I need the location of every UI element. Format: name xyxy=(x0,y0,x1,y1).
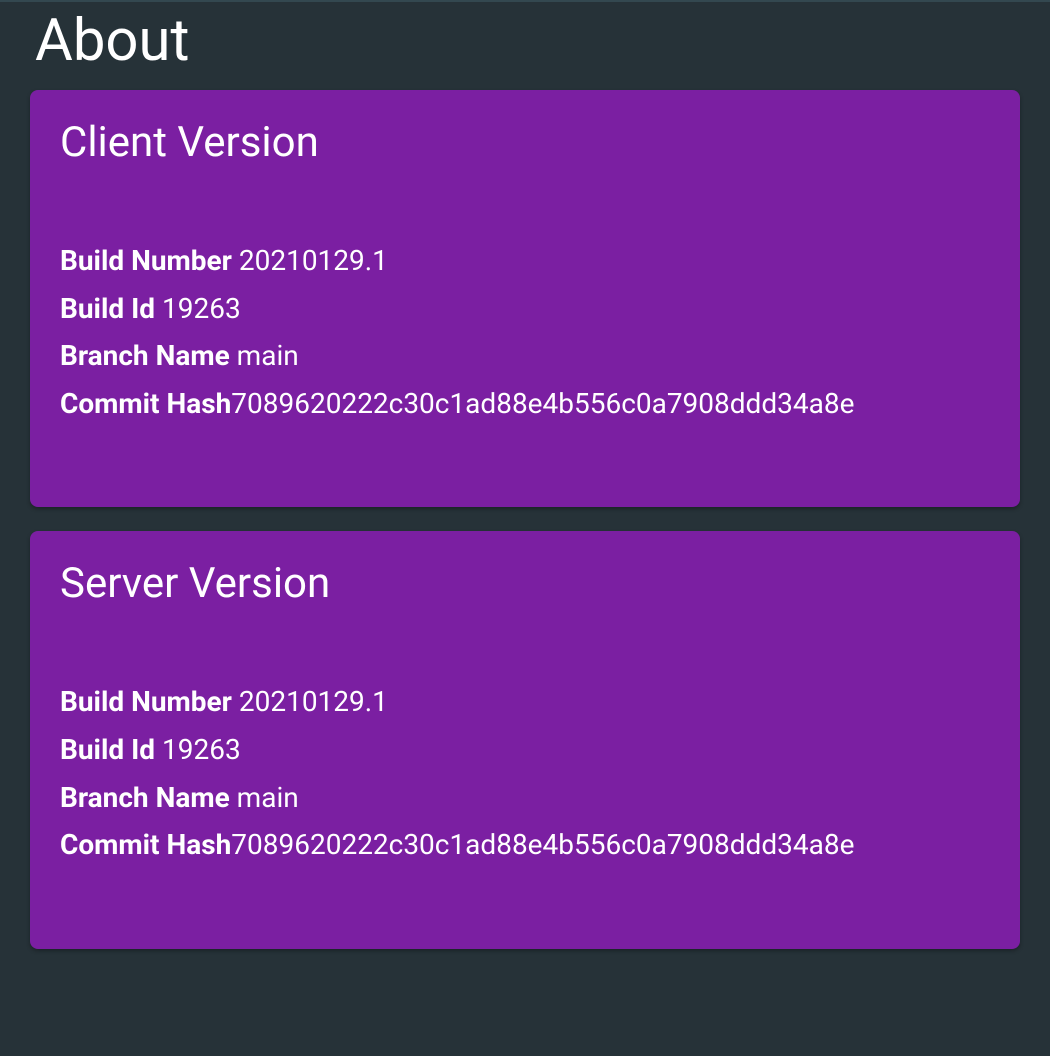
page-title: About xyxy=(0,2,1050,90)
client-version-card: Client Version Build Number 20210129.1 B… xyxy=(30,90,1020,507)
server-version-title: Server Version xyxy=(60,559,990,608)
server-commit-hash-value: 7089620222c30c1ad88e4b556c0a7908ddd34a8e xyxy=(231,828,854,861)
client-branch-name-label: Branch Name xyxy=(60,339,230,372)
client-commit-hash-row: Commit Hash7089620222c30c1ad88e4b556c0a7… xyxy=(60,380,990,428)
client-build-number-label: Build Number xyxy=(60,244,232,277)
client-build-id-value: 19263 xyxy=(162,292,241,325)
client-branch-name-value: main xyxy=(237,339,299,372)
server-build-id-row: Build Id 19263 xyxy=(60,726,990,774)
server-version-card: Server Version Build Number 20210129.1 B… xyxy=(30,531,1020,948)
server-commit-hash-row: Commit Hash7089620222c30c1ad88e4b556c0a7… xyxy=(60,821,990,869)
client-build-number-row: Build Number 20210129.1 xyxy=(60,237,990,285)
server-branch-name-value: main xyxy=(237,781,299,814)
client-build-id-row: Build Id 19263 xyxy=(60,285,990,333)
client-build-id-label: Build Id xyxy=(60,292,155,325)
server-build-id-value: 19263 xyxy=(162,733,241,766)
client-version-title: Client Version xyxy=(60,118,990,167)
server-branch-name-label: Branch Name xyxy=(60,781,230,814)
server-build-number-value: 20210129.1 xyxy=(239,685,388,718)
server-build-id-label: Build Id xyxy=(60,733,155,766)
client-commit-hash-label: Commit Hash xyxy=(60,387,231,420)
client-commit-hash-value: 7089620222c30c1ad88e4b556c0a7908ddd34a8e xyxy=(231,387,854,420)
client-branch-name-row: Branch Name main xyxy=(60,332,990,380)
server-build-number-row: Build Number 20210129.1 xyxy=(60,678,990,726)
server-commit-hash-label: Commit Hash xyxy=(60,828,231,861)
server-build-number-label: Build Number xyxy=(60,685,232,718)
client-build-number-value: 20210129.1 xyxy=(239,244,388,277)
server-branch-name-row: Branch Name main xyxy=(60,774,990,822)
